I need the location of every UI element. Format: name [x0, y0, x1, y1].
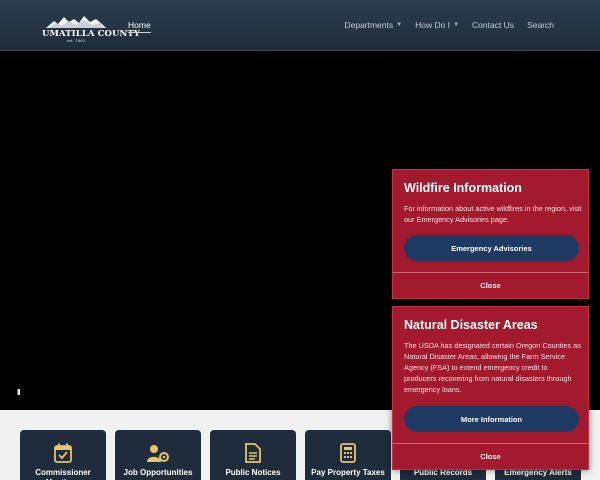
alert-divider	[393, 443, 588, 444]
nav-departments-label: Departments	[344, 20, 394, 30]
alert-title: Wildfire Information	[404, 181, 522, 195]
nav-departments[interactable]: Departments ▼	[344, 20, 402, 30]
site-header: UMATILLA COUNTY est. 1862 Home Departmen…	[0, 0, 600, 51]
nav-how-do-i[interactable]: How Do I ▼	[415, 20, 459, 30]
main-nav: Departments ▼ How Do I ▼ Contact Us Sear…	[331, 20, 554, 30]
quick-link-label: Public Notices	[225, 468, 281, 477]
alert-body: The USDA has designated certain Oregon C…	[404, 341, 581, 394]
document-icon	[245, 443, 261, 463]
brand-established: est. 1862	[66, 38, 86, 43]
calendar-check-icon	[54, 443, 72, 463]
quick-link-label: Commissioner Meetings	[35, 468, 91, 480]
quick-link-label: Job Opportunities	[123, 468, 193, 477]
quick-link-commissioner-meetings[interactable]: Commissioner Meetings	[20, 430, 106, 480]
alert-body: For information about active wildfires i…	[404, 204, 582, 224]
nav-search-label: Search	[527, 20, 554, 30]
chevron-down-icon: ▼	[396, 22, 403, 28]
quick-link-label: Pay Property Taxes	[311, 468, 385, 477]
mountain-logo-icon	[46, 16, 106, 28]
emergency-advisories-button[interactable]: Emergency Advisories	[404, 235, 579, 261]
nav-contact-us[interactable]: Contact Us	[472, 20, 514, 30]
pause-button[interactable]: II	[17, 388, 21, 397]
quick-link-public-notices[interactable]: Public Notices	[210, 430, 296, 480]
nav-contact-label: Contact Us	[472, 20, 515, 30]
county-logo[interactable]: UMATILLA COUNTY est. 1862	[42, 13, 140, 43]
close-button[interactable]: Close	[393, 281, 588, 290]
more-information-button[interactable]: More Information	[404, 406, 579, 432]
chevron-down-icon: ▼	[453, 22, 460, 28]
users-gear-icon	[147, 445, 169, 462]
close-button[interactable]: Close	[393, 452, 588, 461]
calculator-icon	[340, 443, 356, 463]
natural-disaster-alert-panel: Natural Disaster Areas The USDA has desi…	[392, 306, 589, 470]
wildfire-alert-panel: Wildfire Information For information abo…	[392, 169, 589, 299]
page: UMATILLA COUNTY est. 1862 Home Departmen…	[0, 0, 600, 480]
nav-how-do-i-label: How Do I	[415, 20, 451, 30]
nav-search[interactable]: Search	[527, 20, 554, 30]
alert-title: Natural Disaster Areas	[404, 318, 538, 332]
quick-link-job-opportunities[interactable]: Job Opportunities	[115, 430, 201, 480]
quick-link-pay-property-taxes[interactable]: Pay Property Taxes	[305, 430, 391, 480]
nav-home[interactable]: Home	[128, 20, 151, 33]
alert-divider	[393, 272, 588, 273]
